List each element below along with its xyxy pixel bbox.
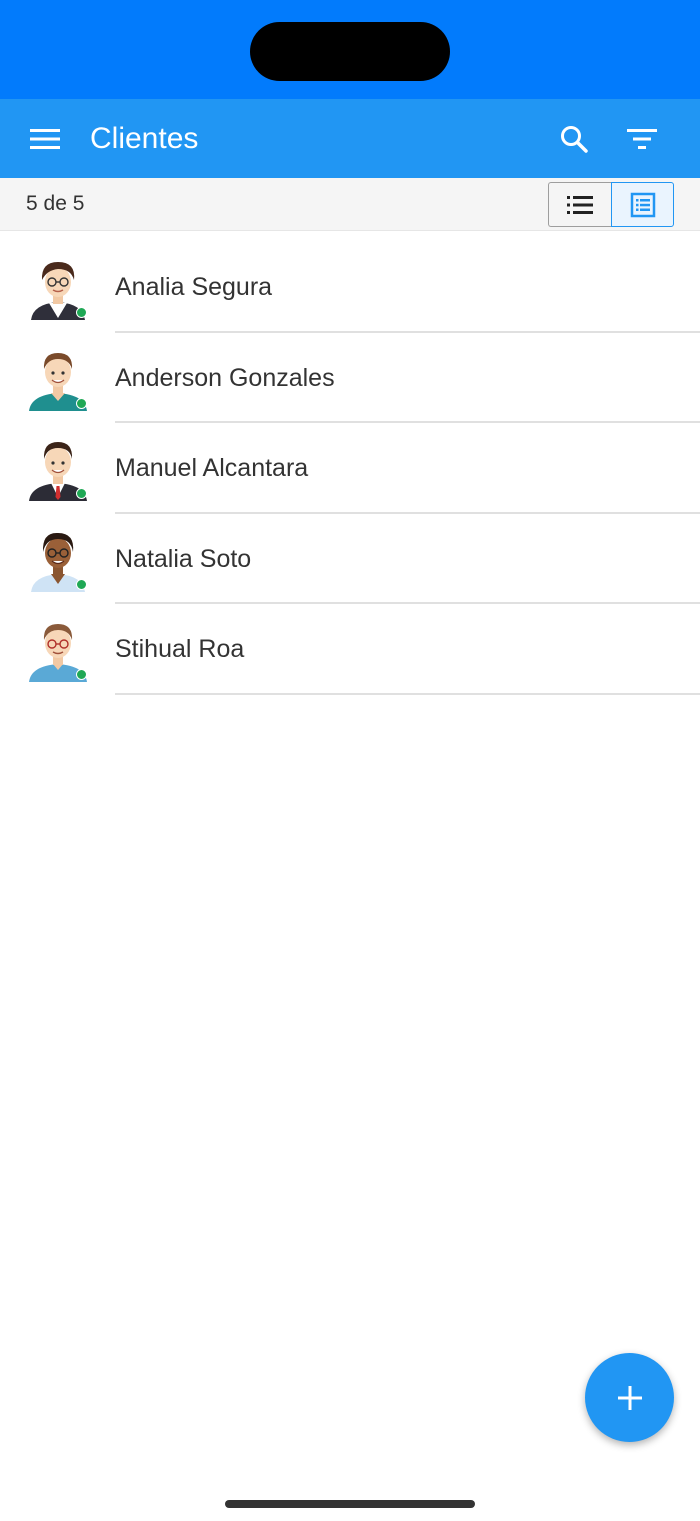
client-name: Analia Segura (115, 273, 273, 301)
online-status-dot (76, 578, 87, 590)
client-row[interactable]: Analia Segura (0, 242, 700, 333)
view-toggle (548, 182, 674, 227)
hamburger-menu-icon (30, 129, 60, 149)
filter-icon (627, 129, 657, 149)
list-view-button[interactable] (548, 182, 611, 227)
result-count: 5 de 5 (26, 192, 85, 215)
online-status-dot (76, 307, 87, 318)
client-list: Analia Segura Anderson Gonzales Manuel A… (0, 242, 700, 695)
home-indicator[interactable] (225, 1500, 475, 1508)
dynamic-island (250, 22, 450, 81)
client-row[interactable]: Anderson Gonzales (0, 333, 700, 424)
divider (115, 692, 700, 695)
client-name: Anderson Gonzales (115, 363, 335, 392)
plus-icon (617, 1385, 642, 1410)
search-button[interactable] (553, 118, 595, 160)
app-bar: Clientes (0, 99, 700, 178)
detail-list-icon (630, 192, 655, 217)
client-name: Manuel Alcantara (115, 454, 309, 483)
client-row[interactable]: Manuel Alcantara (0, 423, 700, 514)
detail-view-button[interactable] (611, 182, 674, 227)
page-title: Clientes (90, 122, 199, 155)
status-bar (0, 0, 700, 99)
add-client-button[interactable] (585, 1353, 674, 1442)
menu-button[interactable] (22, 119, 68, 159)
filter-button[interactable] (621, 118, 663, 160)
client-name: Stihual Roa (115, 635, 245, 664)
online-status-dot (76, 397, 87, 409)
client-name: Natalia Soto (115, 544, 252, 573)
client-row[interactable]: Natalia Soto (0, 514, 700, 605)
search-icon (561, 126, 588, 153)
list-view-icon (567, 195, 593, 214)
client-row[interactable]: Stihual Roa (0, 604, 700, 695)
